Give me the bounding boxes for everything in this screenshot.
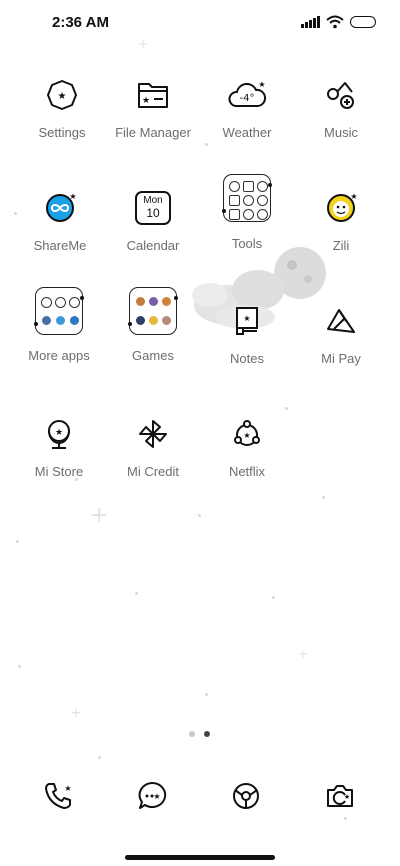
dock-browser[interactable] <box>228 778 264 814</box>
svg-text:★: ★ <box>69 192 76 201</box>
app-file-manager[interactable]: ★ File Manager <box>103 71 203 161</box>
app-mi-store[interactable]: ★ Mi Store <box>9 410 109 500</box>
dock-camera[interactable]: ★ <box>322 778 358 814</box>
zili-icon: ★ <box>317 184 365 232</box>
pinwheel-icon <box>129 410 177 458</box>
app-mi-pay[interactable]: Mi Pay <box>291 297 391 387</box>
home-indicator-bar[interactable] <box>125 855 275 860</box>
app-music[interactable]: Music <box>291 71 391 161</box>
page-dot-1[interactable] <box>189 731 195 737</box>
svg-text:★: ★ <box>258 80 265 89</box>
messages-icon: ★ <box>138 781 167 809</box>
svg-text:★: ★ <box>64 784 71 793</box>
svg-text:-4°: -4° <box>240 93 255 104</box>
app-netflix[interactable]: ★ Netflix <box>197 410 297 500</box>
calendar-icon: Mon 10 <box>129 184 177 232</box>
status-bar: 2:36 AM <box>0 0 400 44</box>
status-icons <box>301 14 376 30</box>
status-time: 2:36 AM <box>52 14 109 31</box>
phone-icon: ★ <box>45 783 72 809</box>
svg-text:★: ★ <box>243 431 250 440</box>
browser-icon <box>233 783 259 809</box>
page-dot-2[interactable] <box>204 731 210 737</box>
wifi-icon <box>326 15 344 29</box>
app-games-folder[interactable]: Games <box>103 287 203 387</box>
mi-pay-icon <box>317 297 365 345</box>
notes-icon: ★ <box>223 297 271 345</box>
folder-icon: ★ <box>129 71 177 119</box>
app-calendar[interactable]: Mon 10 Calendar <box>103 184 203 274</box>
app-settings[interactable]: ★ Settings <box>12 71 112 161</box>
app-mi-credit[interactable]: Mi Credit <box>103 410 203 500</box>
svg-text:★: ★ <box>55 428 63 438</box>
svg-text:★: ★ <box>142 96 150 106</box>
signal-icon <box>301 16 320 28</box>
svg-text:★: ★ <box>153 792 160 801</box>
svg-text:★: ★ <box>243 314 250 323</box>
dock-phone[interactable]: ★ <box>40 778 76 814</box>
shareme-icon: ★ <box>36 184 84 232</box>
tools-folder-icon <box>222 174 272 222</box>
more-apps-folder-icon <box>34 287 84 335</box>
app-zili[interactable]: ★ Zili <box>291 184 391 274</box>
music-icon <box>317 71 365 119</box>
camera-icon: ★ <box>327 785 353 807</box>
battery-icon <box>350 16 376 28</box>
weather-cloud-icon: -4° ★ <box>223 71 271 119</box>
games-folder-icon <box>128 287 178 335</box>
mi-store-icon: ★ <box>35 410 83 458</box>
dock-messages[interactable]: ★ <box>134 778 170 814</box>
svg-text:★: ★ <box>344 793 350 801</box>
app-tools-folder[interactable]: Tools <box>197 174 297 274</box>
svg-text:★: ★ <box>350 192 357 201</box>
app-shareme[interactable]: ★ ShareMe <box>10 184 110 274</box>
svg-text:★: ★ <box>58 91 67 102</box>
netflix-icon: ★ <box>223 410 271 458</box>
app-more-apps-folder[interactable]: More apps <box>9 287 109 387</box>
page-indicator <box>189 731 210 737</box>
app-weather[interactable]: -4° ★ Weather <box>197 71 297 161</box>
settings-icon: ★ <box>38 71 86 119</box>
app-notes[interactable]: ★ Notes <box>197 297 297 387</box>
